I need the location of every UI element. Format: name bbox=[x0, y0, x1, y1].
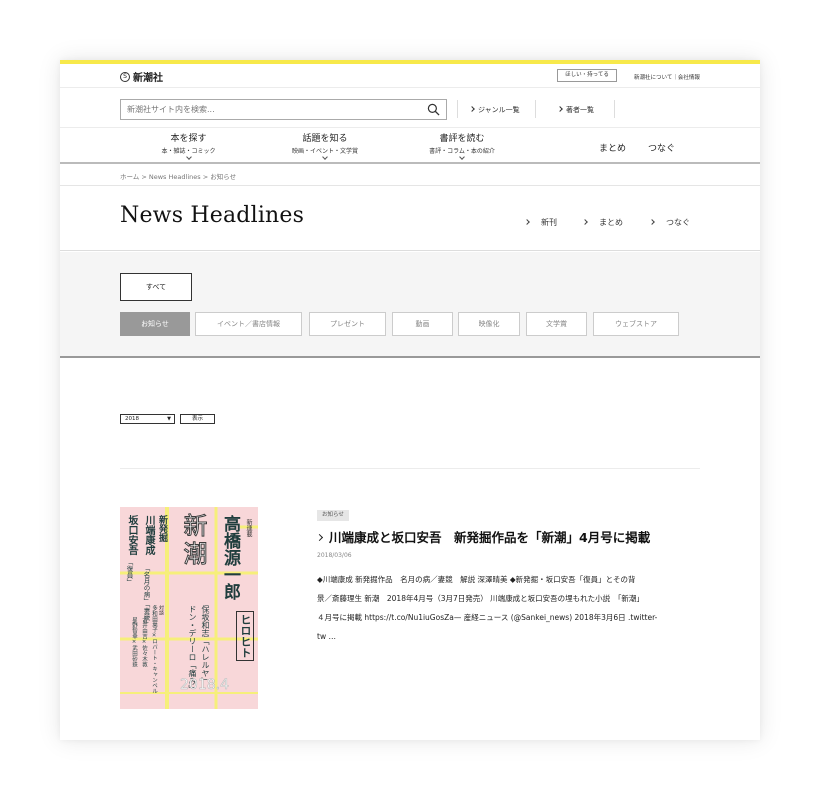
tab-events[interactable]: イベント／書店情報 bbox=[195, 312, 302, 336]
link-tsunagu[interactable]: つなぐ bbox=[650, 217, 690, 228]
archive-controls: 2018 ▼ 表示 bbox=[120, 414, 215, 424]
search-row: ジャンル一覧 著者一覧 bbox=[60, 88, 760, 128]
wish-list-button[interactable]: ほしい・持ってる bbox=[557, 69, 617, 82]
cover-kind-label: 新連載 bbox=[245, 519, 252, 537]
cover-magazine-name: 新潮 bbox=[179, 513, 208, 570]
article-date: 2018/03/06 bbox=[317, 552, 352, 559]
utility-bar: S 新潮社 ほしい・持ってる 新潮社について｜会社情報 bbox=[60, 64, 760, 88]
headline-text: 川端康成と坂口安吾 新発掘作品を「新潮」4月号に掲載 bbox=[329, 530, 651, 545]
summary-line: ◆川端康成 新発掘作品 名月の病／妻競 解説 深澤晴美 ◆新発掘・坂口安吾「復員… bbox=[317, 575, 636, 584]
cover-author: 高橋源一郎 bbox=[220, 515, 240, 600]
chevron-down-icon bbox=[459, 154, 465, 160]
search-icon[interactable] bbox=[427, 103, 440, 116]
nav-tsunagu[interactable]: つなぐ bbox=[648, 141, 675, 154]
nav-title: 本を探す bbox=[170, 134, 207, 144]
search-box bbox=[120, 99, 447, 120]
tab-presents[interactable]: プレゼント bbox=[309, 312, 386, 336]
company-links[interactable]: 新潮社について｜会社情報 bbox=[634, 73, 700, 81]
cover-title: ヒロヒト bbox=[236, 611, 254, 661]
tab-adaptations[interactable]: 映像化 bbox=[458, 312, 520, 336]
filter-panel: すべて お知らせ イベント／書店情報 プレゼント 動画 映像化 文学賞 ウェブス… bbox=[60, 252, 760, 358]
divider bbox=[614, 100, 615, 118]
cover-extra-names: 古井由吉×佐々木敦 bbox=[141, 617, 147, 667]
divider bbox=[457, 100, 458, 118]
breadcrumb[interactable]: ホーム > News Headlines > お知らせ bbox=[120, 171, 236, 181]
cover-taidan-names: 多和田葉子×ロバート・キャンベル bbox=[151, 605, 157, 694]
chevron-down-icon bbox=[185, 154, 192, 160]
site-logo[interactable]: S 新潮社 bbox=[120, 69, 163, 84]
cover-taidan-label: 対談 bbox=[158, 605, 164, 615]
filter-all-button[interactable]: すべて bbox=[120, 273, 192, 301]
cover-extra-names-2: 星野智幸×武田砂鉄 bbox=[131, 617, 137, 667]
search-input[interactable] bbox=[127, 100, 417, 119]
chevron-down-icon bbox=[322, 154, 328, 160]
year-select[interactable]: 2018 ▼ bbox=[120, 414, 175, 424]
show-button[interactable]: 表示 bbox=[180, 414, 215, 424]
chevron-right-icon bbox=[315, 533, 324, 542]
tab-news[interactable]: お知らせ bbox=[120, 312, 190, 336]
nav-title: 書評を読む bbox=[439, 134, 485, 144]
tab-literary-prize[interactable]: 文学賞 bbox=[526, 312, 587, 336]
cover-new-find-label: 新発掘 bbox=[157, 515, 167, 542]
divider bbox=[120, 468, 700, 469]
cover-works-2: 「復員」 bbox=[125, 559, 133, 585]
cover-author-2: 坂口安吾 bbox=[126, 515, 137, 555]
author-list-link[interactable]: 著者一覧 bbox=[558, 105, 594, 119]
cover-feature-1: 保坂和志「ハレルヤ」 bbox=[201, 605, 210, 685]
summary-line: 景／斎藤理生 新潮 2018年4月号（3月7日発売） 川端康成と坂口安吾の埋もれ… bbox=[317, 594, 644, 603]
year-value: 2018 bbox=[125, 416, 139, 422]
link-matome[interactable]: まとめ bbox=[583, 217, 623, 228]
main-nav: 本を探す 本・雑誌・コミック 話題を知る 映画・イベント・文学賞 書評を読む 書… bbox=[60, 128, 760, 164]
magazine-cover-image[interactable]: 新連載 高橋源一郎 ヒロヒト 新潮 保坂和志「ハレルヤ」 ドン・デリーロ「痛み」… bbox=[120, 507, 258, 709]
divider bbox=[535, 100, 536, 118]
page-frame: S 新潮社 ほしい・持ってる 新潮社について｜会社情報 ジャンル一覧 著者一覧 … bbox=[60, 60, 760, 740]
nav-topics[interactable]: 話題を知る 映画・イベント・文学賞 bbox=[275, 131, 375, 160]
news-article: 新連載 高橋源一郎 ヒロヒト 新潮 保坂和志「ハレルヤ」 ドン・デリーロ「痛み」… bbox=[120, 507, 700, 712]
cover-author-1: 川端康成 bbox=[143, 515, 154, 555]
cover-issue: 2018.4 bbox=[180, 677, 230, 694]
tab-webstore[interactable]: ウェブストア bbox=[593, 312, 679, 336]
summary-line: tw … bbox=[317, 632, 336, 641]
nav-find-books[interactable]: 本を探す 本・雑誌・コミック bbox=[140, 131, 237, 160]
page-title: News Headlines bbox=[120, 203, 305, 228]
logo-mark-icon: S bbox=[120, 71, 130, 82]
link-new-releases[interactable]: 新刊 bbox=[525, 217, 557, 228]
summary-line: ４月号に掲載 https://t.co/Nu1iuGosZa— 産経ニュース (… bbox=[317, 613, 658, 622]
nav-title: 話題を知る bbox=[302, 134, 348, 144]
article-summary: ◆川端康成 新発掘作品 名月の病／妻競 解説 深澤晴美 ◆新発掘・坂口安吾「復員… bbox=[317, 570, 700, 646]
category-badge: お知らせ bbox=[317, 510, 349, 521]
dropdown-arrow-icon: ▼ bbox=[167, 416, 171, 422]
logo-text: 新潮社 bbox=[133, 73, 163, 84]
title-bar: News Headlines 新刊 まとめ つなぐ bbox=[60, 186, 760, 251]
nav-matome[interactable]: まとめ bbox=[599, 141, 626, 154]
article-headline[interactable]: 川端康成と坂口安吾 新発掘作品を「新潮」4月号に掲載 bbox=[315, 527, 651, 546]
genre-list-link[interactable]: ジャンル一覧 bbox=[470, 105, 520, 119]
nav-reviews[interactable]: 書評を読む 書評・コラム・本の紹介 bbox=[412, 131, 512, 160]
tab-video[interactable]: 動画 bbox=[392, 312, 453, 336]
